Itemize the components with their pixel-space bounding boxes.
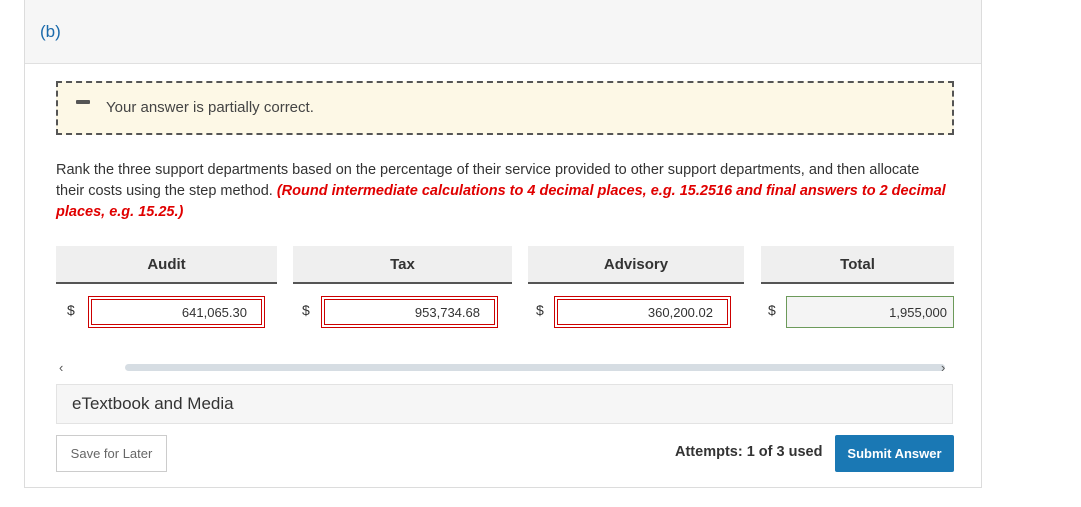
currency-symbol: $ [67,302,75,318]
column-header-total: Total [761,246,954,284]
advisory-input[interactable]: 360,200.02 [554,296,731,328]
column-header-advisory: Advisory [528,246,744,284]
advisory-value: 360,200.02 [557,299,728,325]
scroll-left-icon[interactable]: ‹ [59,360,63,375]
attempts-counter: Attempts: 1 of 3 used [675,444,823,460]
question-card: (b) Your answer is partially correct. Ra… [24,0,982,488]
total-value: 1,955,000 [889,304,947,320]
horizontal-scrollbar[interactable] [125,364,945,371]
submit-answer-button[interactable]: Submit Answer [835,435,954,472]
currency-symbol: $ [302,302,310,318]
part-label: (b) [40,22,61,41]
tax-value: 953,734.68 [324,299,495,325]
currency-symbol: $ [536,302,544,318]
column-header-audit: Audit [56,246,277,284]
minus-icon [76,100,90,104]
currency-symbol: $ [768,302,776,318]
instructions: Rank the three support departments based… [56,160,946,223]
etextbook-media-link[interactable]: eTextbook and Media [56,384,953,424]
audit-value: 641,065.30 [91,299,262,325]
audit-input[interactable]: 641,065.30 [88,296,265,328]
total-input[interactable]: 1,955,000 [786,296,954,328]
save-for-later-button[interactable]: Save for Later [56,435,167,472]
scroll-right-icon[interactable]: › [941,360,945,375]
feedback-banner: Your answer is partially correct. [56,81,954,135]
tax-input[interactable]: 953,734.68 [321,296,498,328]
part-header: (b) [25,0,981,64]
column-header-tax: Tax [293,246,512,284]
feedback-text: Your answer is partially correct. [106,99,314,116]
